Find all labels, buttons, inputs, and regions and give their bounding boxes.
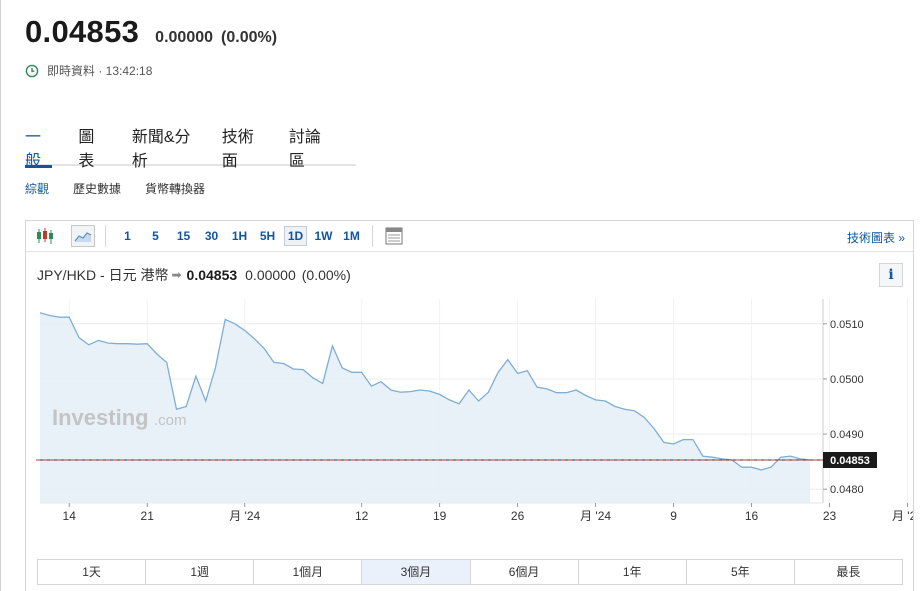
x-tick-label: 9 bbox=[670, 509, 677, 523]
x-tick-label: 14 bbox=[63, 509, 77, 523]
y-tick-label: 0.0500 bbox=[830, 374, 864, 386]
tab-technical[interactable]: 技術面 bbox=[222, 126, 263, 170]
realtime-status-text: 即時資料 · 13:42:18 bbox=[47, 64, 153, 78]
last-price: 0.04853 bbox=[25, 14, 140, 49]
y-tick-label: 0.0510 bbox=[830, 319, 864, 331]
sub-tabs: 綜觀 歷史數據 貨幣轉換器 bbox=[25, 180, 229, 197]
subtab-overview[interactable]: 綜觀 bbox=[25, 180, 49, 197]
range-button[interactable]: 1個月 bbox=[254, 560, 363, 584]
tab-general[interactable]: 一般 bbox=[25, 126, 53, 170]
x-tick-label: 23 bbox=[823, 509, 837, 523]
range-button[interactable]: 5年 bbox=[687, 560, 795, 584]
subtab-historical-data[interactable]: 歷史數據 bbox=[73, 180, 121, 197]
clock-icon bbox=[25, 64, 39, 77]
range-button[interactable]: 3個月 bbox=[362, 560, 471, 584]
price-change-percent: (0.00%) bbox=[221, 29, 278, 46]
range-button[interactable]: 1週 bbox=[146, 560, 255, 584]
tab-news-analysis[interactable]: 新聞&分析 bbox=[132, 126, 196, 170]
time-range-selector: 1天 1週 1個月 3個月 6個月 1年 5年 最長 bbox=[37, 559, 903, 585]
x-tick-label: 19 bbox=[433, 509, 447, 523]
x-tick-label: 月 '24 bbox=[892, 509, 913, 523]
x-tick-label: 12 bbox=[355, 509, 369, 523]
x-tick-label: 26 bbox=[511, 509, 525, 523]
x-tick-label: 月 '24 bbox=[229, 509, 260, 523]
main-tabs: 一般 圖表 新聞&分析 技術面 討論區 bbox=[25, 126, 356, 170]
range-button[interactable]: 1天 bbox=[38, 560, 147, 584]
price-chart[interactable]: 0.0480 0.0490 0.0500 0.0510 14 21 月 '24 12 19 26 月… bbox=[26, 221, 913, 557]
tab-forum[interactable]: 討論區 bbox=[289, 126, 330, 170]
range-button[interactable]: 1年 bbox=[579, 560, 687, 584]
realtime-status: 即時資料 · 13:42:18 bbox=[25, 62, 152, 79]
investing-logo-suffix: .com bbox=[154, 412, 187, 429]
subtab-currency-converter[interactable]: 貨幣轉換器 bbox=[145, 180, 205, 197]
current-price-label: 0.04853 bbox=[830, 455, 870, 467]
range-button[interactable]: 6個月 bbox=[471, 560, 579, 584]
x-tick-label: 月 '24 bbox=[580, 509, 611, 523]
quote-header: 0.04853 0.00000 (0.00%) bbox=[25, 14, 277, 50]
y-tick-label: 0.0490 bbox=[830, 429, 864, 441]
price-change: 0.00000 bbox=[155, 29, 214, 46]
range-button[interactable]: 最長 bbox=[795, 560, 902, 584]
investing-logo: Investing bbox=[52, 405, 149, 430]
tab-chart[interactable]: 圖表 bbox=[78, 126, 105, 170]
x-tick-label: 16 bbox=[745, 509, 759, 523]
page-left-border bbox=[0, 0, 1, 591]
x-tick-label: 21 bbox=[141, 509, 155, 523]
price-area-fill bbox=[40, 312, 810, 503]
chart-widget: 1 5 15 30 1H 5H 1D 1W 1M 技術圖表 » JPY/HKD - 日元 港幣 … bbox=[25, 220, 914, 591]
y-tick-label: 0.0480 bbox=[830, 484, 864, 496]
